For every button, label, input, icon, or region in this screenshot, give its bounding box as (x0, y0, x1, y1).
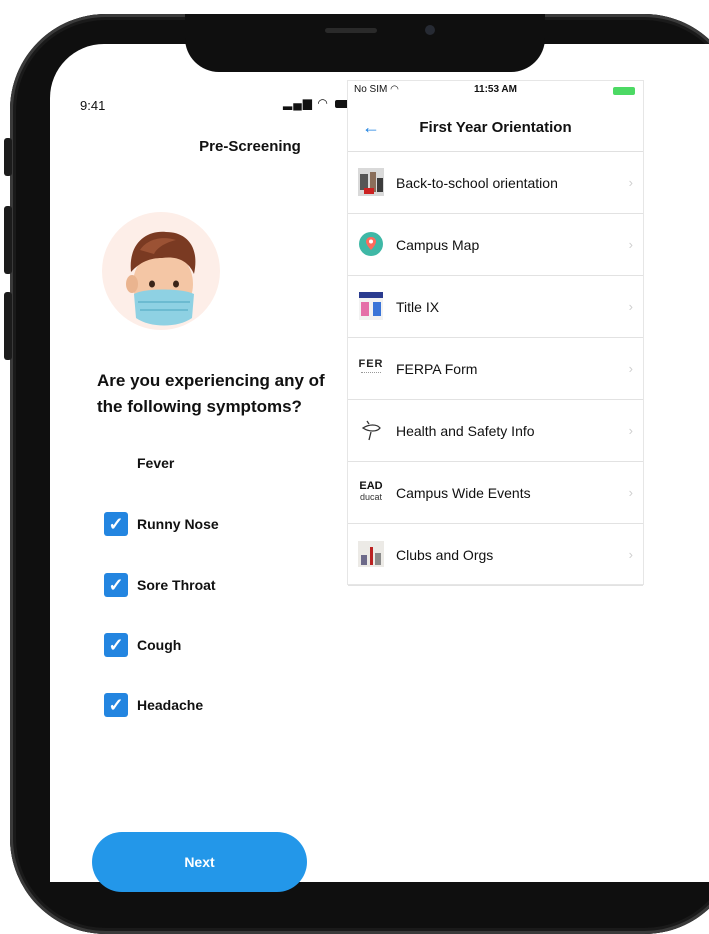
list-item-label: Back-to-school orientation (396, 174, 558, 191)
symptom-question: Are you experiencing any of the followin… (97, 371, 325, 416)
chevron-right-icon: › (628, 485, 633, 500)
symptom-label: Sore Throat (137, 577, 216, 593)
status-bar-time: 9:41 (80, 98, 106, 113)
list-item-health-safety[interactable]: Health and Safety Info › (348, 400, 643, 462)
list-item-campus-events[interactable]: EAD ducat Campus Wide Events › (348, 462, 643, 524)
chevron-right-icon: › (628, 299, 633, 314)
next-button-label: Next (184, 854, 215, 870)
symptom-item-sore-throat[interactable]: ✓ Sore Throat (104, 572, 216, 598)
symptom-item-cough[interactable]: ✓ Cough (104, 632, 181, 658)
nav-title: First Year Orientation (419, 119, 572, 136)
map-pin-icon (358, 230, 384, 258)
checkmark-icon: ✓ (108, 634, 124, 655)
status-bar-icons: ▂▄▆ ◠ (283, 96, 352, 110)
list-item-label: Campus Map (396, 236, 480, 253)
list-item-ferpa[interactable]: FER FERPA Form › (348, 338, 643, 400)
status-bar: No SIM ◠ 11:53 AM (348, 81, 643, 99)
list-item-label: Title IX (396, 298, 440, 315)
symptom-item-fever[interactable]: Fever (104, 450, 174, 476)
checkbox-checked[interactable]: ✓ (104, 512, 128, 536)
battery-icon (613, 87, 635, 95)
chevron-right-icon: › (628, 237, 633, 252)
list-item-back-to-school[interactable]: Back-to-school orientation › (348, 152, 643, 214)
events-logo-icon: EAD ducat (359, 480, 383, 503)
cord-icon (358, 416, 384, 444)
checkmark-icon: ✓ (108, 574, 124, 595)
checkbox-checked[interactable]: ✓ (104, 573, 128, 597)
next-button[interactable]: Next (92, 832, 307, 892)
chevron-right-icon: › (628, 423, 633, 438)
signal-icon: ▂▄▆ (283, 96, 313, 110)
list-item-clubs-orgs[interactable]: Clubs and Orgs › (348, 524, 643, 586)
orientation-list: Back-to-school orientation › Campus Map … (348, 152, 643, 586)
wifi-icon: ◠ (317, 96, 329, 110)
list-item-title-ix[interactable]: Title IX › (348, 276, 643, 338)
title-ix-icon (358, 292, 384, 320)
checkbox-checked[interactable]: ✓ (104, 633, 128, 657)
mute-switch (4, 138, 12, 176)
photo-icon (358, 168, 384, 196)
orientation-panel: No SIM ◠ 11:53 AM ← First Year Orientati… (347, 80, 644, 586)
checkmark-icon: ✓ (108, 513, 124, 534)
volume-up-button (4, 206, 12, 274)
clubs-photo-icon (358, 540, 384, 568)
phone-notch (185, 14, 545, 72)
symptom-item-runny-nose[interactable]: ✓ Runny Nose (104, 511, 219, 537)
list-item-label: FERPA Form (396, 360, 478, 377)
symptom-label: Headache (137, 697, 204, 713)
list-item-label: Campus Wide Events (396, 484, 531, 501)
symptom-label: Fever (137, 455, 175, 471)
status-bar-time: 11:53 AM (474, 84, 517, 95)
symptom-item-headache[interactable]: ✓ Headache (104, 692, 203, 718)
list-item-label: Health and Safety Info (396, 422, 535, 439)
symptom-label: Runny Nose (137, 516, 219, 532)
checkbox-unchecked[interactable] (104, 451, 128, 475)
chevron-right-icon: › (628, 175, 633, 190)
checkbox-checked[interactable]: ✓ (104, 693, 128, 717)
nav-bar: ← First Year Orientation (348, 105, 643, 152)
chevron-right-icon: › (628, 547, 633, 562)
masked-person-icon (126, 231, 196, 326)
symptom-label: Cough (137, 637, 182, 653)
checkmark-icon: ✓ (108, 694, 124, 715)
chevron-right-icon: › (628, 361, 633, 376)
list-item-label: Clubs and Orgs (396, 546, 494, 563)
list-item-campus-map[interactable]: Campus Map › (348, 214, 643, 276)
ferpa-logo-icon: FER (358, 354, 384, 382)
volume-down-button (4, 292, 12, 360)
front-camera (425, 25, 435, 35)
speaker-grille (325, 28, 377, 33)
